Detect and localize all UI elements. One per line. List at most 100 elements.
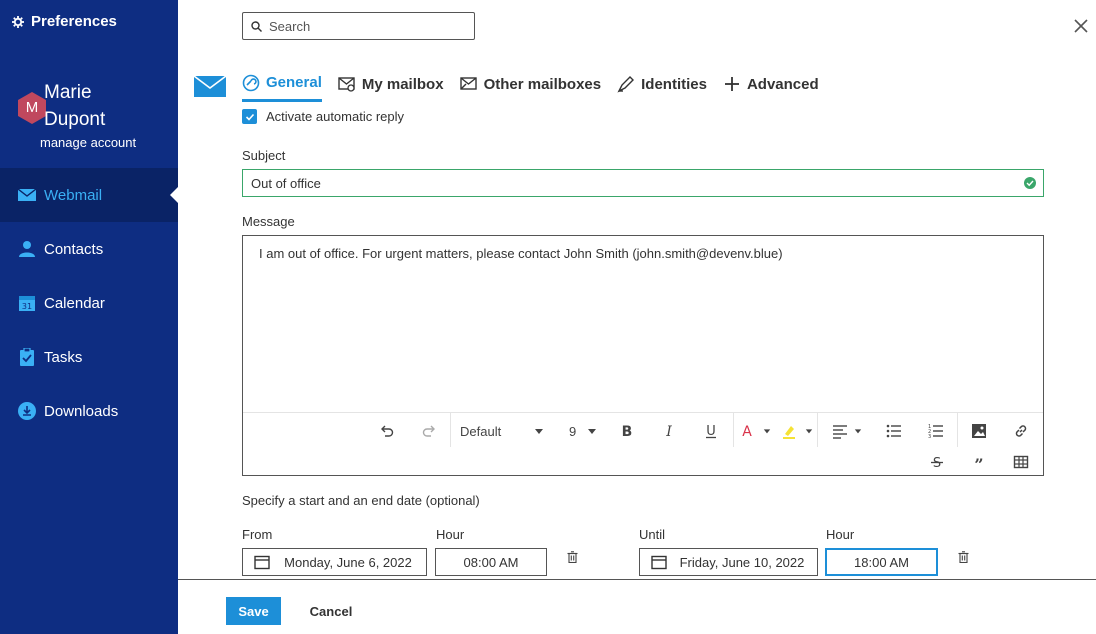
sidebar-item-webmail[interactable]: Webmail	[0, 168, 178, 222]
tab-advanced[interactable]: Advanced	[723, 68, 819, 102]
quote-icon: ”	[974, 455, 983, 470]
underline-icon: U	[706, 424, 716, 439]
subject-value: Out of office	[251, 175, 321, 191]
chevron-down-icon	[763, 429, 771, 434]
chevron-down-icon	[805, 429, 813, 434]
manage-account-link[interactable]: manage account	[40, 135, 136, 150]
toolbar-separator	[450, 413, 451, 447]
size-select[interactable]: 9	[569, 420, 597, 442]
preferences-title: Preferences	[12, 13, 117, 30]
bold-button[interactable]: B	[619, 420, 635, 442]
check-icon	[245, 113, 254, 121]
from-date-field[interactable]: Monday, June 6, 2022	[242, 548, 427, 576]
user-first-name: Marie	[44, 82, 92, 103]
link-icon	[1015, 425, 1027, 437]
tab-other-mailboxes[interactable]: Other mailboxes	[459, 68, 601, 102]
until-hour-field[interactable]: 18:00 AM	[825, 548, 938, 576]
from-hour-label: Hour	[436, 527, 465, 542]
undo-button[interactable]	[379, 420, 395, 442]
calendar-icon: 31	[19, 296, 35, 311]
preferences-label: Preferences	[31, 13, 117, 30]
message-body[interactable]: I am out of office. For urgent matters, …	[259, 246, 783, 261]
tab-label: General	[266, 74, 322, 91]
chevron-down-icon	[588, 429, 596, 434]
numbered-list-button[interactable]: 123	[928, 420, 944, 442]
trash-icon[interactable]	[958, 551, 969, 563]
subject-field[interactable]: Out of office	[242, 169, 1044, 197]
envelope-icon	[18, 188, 36, 201]
tab-label: Advanced	[746, 75, 819, 93]
chevron-down-icon	[535, 429, 543, 434]
quote-button[interactable]: ”	[971, 451, 987, 473]
close-icon[interactable]	[1073, 18, 1089, 34]
underline-button[interactable]: U	[703, 420, 719, 442]
preferences-tabs: General My mailbox Other mailboxes Ident…	[194, 68, 835, 104]
svg-text:I: I	[665, 424, 672, 439]
avatar-initial: M	[25, 99, 39, 116]
sidebar-item-label: Contacts	[44, 240, 104, 258]
trash-icon[interactable]	[567, 551, 578, 563]
font-select[interactable]: Default	[460, 420, 544, 442]
date-section-label: Specify a start and an end date (optiona…	[242, 493, 480, 508]
save-button[interactable]: Save	[226, 597, 281, 625]
valid-check-icon	[1024, 177, 1036, 189]
svg-text:”: ”	[974, 455, 983, 470]
tab-general[interactable]: General	[242, 68, 322, 102]
insert-link-button[interactable]	[1013, 420, 1029, 442]
cancel-button[interactable]: Cancel	[301, 597, 361, 625]
until-hour-label: Hour	[826, 527, 855, 542]
subject-label: Subject	[242, 148, 286, 163]
insert-image-button[interactable]	[971, 420, 987, 442]
sidebar-item-contacts[interactable]: Contacts	[0, 222, 178, 276]
bullet-list-button[interactable]	[886, 420, 902, 442]
calendar-icon	[254, 555, 270, 570]
calendar-icon	[651, 555, 667, 570]
insert-table-button[interactable]	[1013, 451, 1029, 473]
svg-text:A: A	[742, 424, 752, 439]
sidebar-item-calendar[interactable]: 31 Calendar	[0, 276, 178, 330]
search-input[interactable]	[269, 18, 459, 34]
auto-reply-checkbox[interactable]	[242, 109, 257, 124]
from-hour-field[interactable]: 08:00 AM	[435, 548, 547, 576]
toolbar-separator	[817, 413, 818, 447]
bullet-list-icon	[886, 424, 901, 438]
tab-my-mailbox[interactable]: My mailbox	[338, 68, 444, 102]
until-hour-value: 18:00 AM	[854, 554, 909, 570]
search-box	[242, 12, 475, 40]
sidebar: Preferences M Marie Dupont manage accoun…	[0, 0, 178, 634]
sidebar-item-label: Downloads	[44, 402, 119, 420]
sidebar-item-tasks[interactable]: Tasks	[0, 330, 178, 384]
redo-button[interactable]	[421, 420, 437, 442]
font-select-value: Default	[460, 423, 502, 439]
text-color-icon: A	[742, 424, 752, 439]
italic-button[interactable]: I	[661, 420, 677, 442]
auto-reply-label: Activate automatic reply	[266, 109, 405, 124]
footer-divider	[178, 579, 1096, 580]
avatar: M	[18, 92, 46, 124]
highlight-button[interactable]	[781, 420, 813, 442]
toolbar-separator	[733, 413, 734, 447]
table-icon	[1013, 455, 1029, 469]
general-icon	[242, 74, 260, 91]
until-date-field[interactable]: Friday, June 10, 2022	[639, 548, 818, 576]
until-date-value: Friday, June 10, 2022	[679, 554, 805, 570]
svg-text:31: 31	[22, 302, 32, 311]
gear-icon	[12, 15, 24, 28]
message-label: Message	[242, 214, 295, 229]
search-icon	[251, 20, 262, 32]
sidebar-item-downloads[interactable]: Downloads	[0, 384, 178, 438]
strikethrough-button[interactable]: S	[929, 451, 945, 473]
tab-label: Identities	[641, 75, 707, 93]
size-select-value: 9	[569, 423, 577, 439]
message-editor[interactable]: I am out of office. For urgent matters, …	[242, 235, 1044, 476]
mailbox-icon	[338, 77, 355, 92]
svg-text:B: B	[622, 424, 633, 439]
from-label: From	[242, 527, 273, 542]
strikethrough-icon: S	[931, 456, 943, 470]
download-icon	[18, 402, 36, 420]
tab-identities[interactable]: Identities	[617, 68, 707, 102]
redo-icon	[422, 425, 435, 437]
text-color-button[interactable]: A	[739, 420, 771, 442]
align-button[interactable]	[832, 420, 862, 442]
user-last-name: Dupont	[44, 109, 106, 130]
